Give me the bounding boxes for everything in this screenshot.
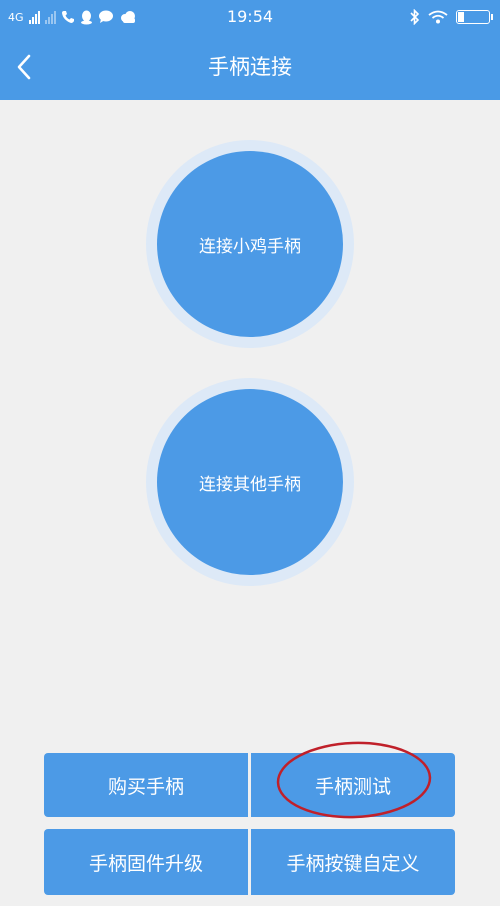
controller-test-button[interactable]: 手柄测试 bbox=[251, 753, 455, 817]
status-bar: 4G 19:54 bbox=[0, 0, 500, 34]
wifi-icon bbox=[428, 10, 448, 24]
app-bar: 手柄连接 bbox=[0, 34, 500, 100]
buy-controller-label: 购买手柄 bbox=[107, 775, 184, 798]
firmware-upgrade-button[interactable]: 手柄固件升级 bbox=[44, 829, 248, 895]
connect-other-ring: 连接其他手柄 bbox=[146, 378, 354, 586]
battery-icon bbox=[456, 10, 493, 24]
bluetooth-icon bbox=[410, 9, 420, 25]
firmware-upgrade-label: 手柄固件升级 bbox=[88, 852, 203, 875]
connect-chicken-label: 连接小鸡手柄 bbox=[199, 236, 301, 257]
connect-chicken-ring: 连接小鸡手柄 bbox=[146, 140, 354, 348]
connect-chicken-controller-button[interactable]: 连接小鸡手柄 bbox=[157, 151, 343, 337]
key-customize-label: 手柄按键自定义 bbox=[286, 852, 420, 875]
connect-other-label: 连接其他手柄 bbox=[199, 474, 301, 495]
page-title: 手柄连接 bbox=[208, 55, 292, 79]
key-customize-button[interactable]: 手柄按键自定义 bbox=[251, 829, 455, 895]
connect-other-controller-button[interactable]: 连接其他手柄 bbox=[157, 389, 343, 575]
status-right bbox=[410, 0, 493, 34]
buy-controller-button[interactable]: 购买手柄 bbox=[44, 753, 248, 817]
controller-test-label: 手柄测试 bbox=[314, 775, 391, 798]
